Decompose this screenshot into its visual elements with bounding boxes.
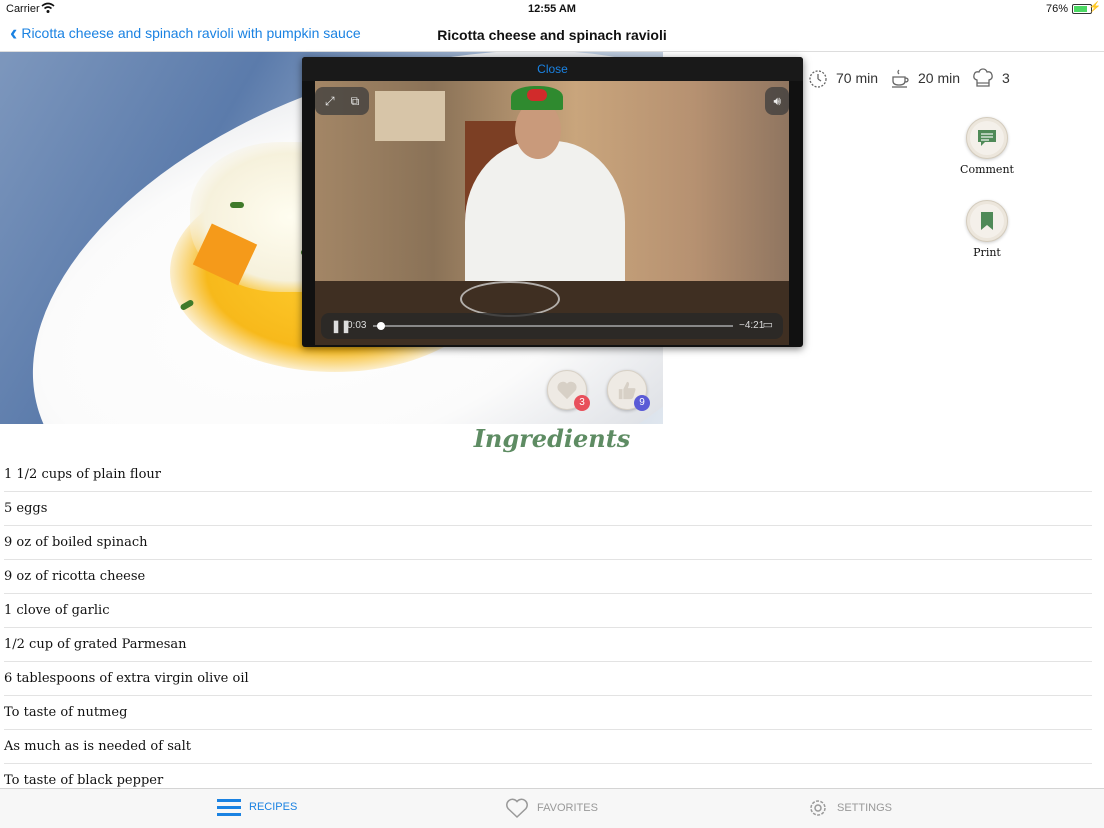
chef-hat-icon — [973, 68, 993, 87]
close-button[interactable]: Close — [302, 57, 803, 81]
bookmark-icon — [981, 212, 993, 230]
favorite-button[interactable]: 3 — [547, 370, 590, 411]
ingredient-item: 1/2 cup of grated Parmesan — [4, 628, 1092, 662]
tab-settings-label: SETTINGS — [837, 802, 893, 814]
ingredient-item: 1 clove of garlic — [4, 594, 1092, 628]
favorites-count-badge: 3 — [574, 395, 590, 411]
volume-control: 🔊︎ — [765, 87, 789, 115]
prep-time: 20 min — [890, 68, 960, 88]
list-icon — [217, 799, 241, 816]
likes-count-badge: 9 — [634, 395, 650, 411]
video-player: Close ⤢ ⧉ 🔊︎ ❚❚ 0:03 −4:21 ▭ — [302, 57, 803, 347]
scrubber[interactable] — [373, 322, 733, 330]
ingredients-heading: Ingredients — [473, 424, 631, 453]
ingredient-item: As much as is needed of salt — [4, 730, 1092, 764]
ingredient-item: To taste of nutmeg — [4, 696, 1092, 730]
tab-favorites-label: FAVORITES — [537, 802, 598, 814]
tab-recipes[interactable]: RECIPES — [217, 797, 297, 817]
ingredient-item: 9 oz of boiled spinach — [4, 526, 1092, 560]
timer-icon — [809, 70, 827, 88]
total-time: 70 min — [808, 68, 878, 88]
tab-settings[interactable]: SETTINGS — [807, 797, 892, 819]
difficulty: 3 — [972, 68, 1010, 88]
fullscreen-icon[interactable]: ⤢ — [325, 94, 335, 109]
heart-icon — [557, 381, 577, 400]
status-bar: Carrier 12:55 AM 76% ⚡ — [0, 0, 1104, 18]
clock: 12:55 AM — [528, 3, 576, 15]
volume-icon[interactable]: 🔊︎ — [773, 94, 781, 109]
prep-time-value: 20 min — [918, 70, 961, 86]
navigation-bar: ‹ Ricotta cheese and spinach ravioli wit… — [0, 18, 1104, 52]
print-label: Print — [973, 246, 1001, 259]
like-button[interactable]: 9 — [607, 370, 650, 411]
tab-recipes-label: RECIPES — [249, 801, 298, 813]
ingredient-item: 9 oz of ricotta cheese — [4, 560, 1092, 594]
tab-favorites[interactable]: FAVORITES — [505, 797, 598, 819]
tab-bar: RECIPES FAVORITES SETTINGS — [0, 788, 1104, 828]
cup-icon — [892, 69, 909, 88]
comment-label: Comment — [960, 163, 1014, 176]
ingredient-item: 1 1/2 cups of plain flour — [4, 458, 1092, 492]
comment-button[interactable]: Comment — [947, 117, 1027, 176]
heart-outline-icon — [506, 798, 528, 819]
scrubber-thumb[interactable] — [377, 322, 386, 330]
gear-icon — [810, 800, 826, 816]
remaining-time: −4:21 — [739, 320, 765, 331]
ingredient-item: 6 tablespoons of extra virgin olive oil — [4, 662, 1092, 696]
ingredients-list: 1 1/2 cups of plain flour 5 eggs 9 oz of… — [4, 458, 1092, 798]
difficulty-value: 3 — [1002, 70, 1010, 86]
total-time-value: 70 min — [836, 70, 879, 86]
captions-icon[interactable]: ▭ — [763, 318, 773, 331]
comment-icon — [978, 130, 996, 146]
battery-percent: 76% — [1045, 3, 1068, 15]
picture-in-picture-icon[interactable]: ⧉ — [351, 94, 360, 109]
player-top-controls: ⤢ ⧉ — [315, 87, 370, 115]
video-frame[interactable]: ⤢ ⧉ 🔊︎ ❚❚ 0:03 −4:21 ▭ — [315, 81, 789, 345]
page-title: Ricotta cheese and spinach ravioli — [437, 27, 667, 43]
player-bottom-controls: ❚❚ 0:03 −4:21 ▭ — [321, 313, 783, 339]
elapsed-time: 0:03 — [347, 320, 367, 331]
thumbs-up-icon — [618, 381, 636, 400]
ingredient-item: 5 eggs — [4, 492, 1092, 526]
print-button[interactable]: Print — [947, 200, 1027, 259]
charging-icon: ⚡ — [1088, 2, 1101, 13]
